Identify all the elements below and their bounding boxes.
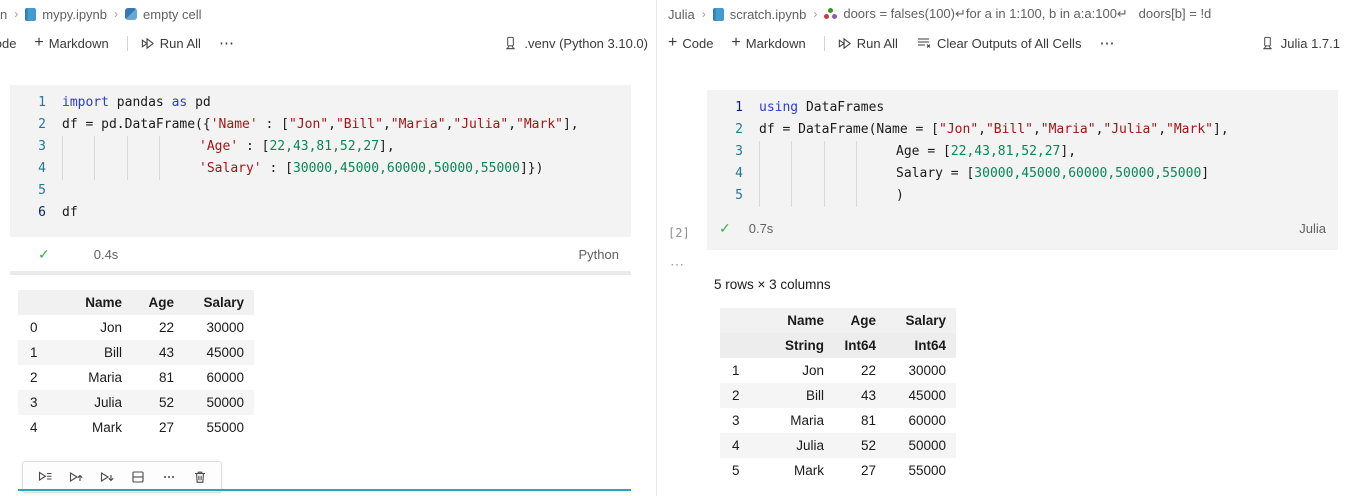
cell-language-picker[interactable]: Julia bbox=[1299, 221, 1326, 236]
notebook-file-icon bbox=[713, 8, 724, 21]
line-number: 1 bbox=[10, 92, 62, 114]
code-line[interactable]: 4 'Salary' : [30000,45000,60000,50000,55… bbox=[10, 158, 631, 180]
notebook-toolbar: + Code + Markdown Run All ⋯ .venv (Pytho… bbox=[0, 28, 656, 58]
chevron-right-icon: › bbox=[813, 7, 817, 21]
code-line[interactable]: 1import pandas as pd bbox=[10, 92, 631, 114]
table-row: 0Jon2230000 bbox=[18, 315, 254, 340]
table-header-row: NameAgeSalary bbox=[720, 308, 956, 333]
pandas-dataframe-output: NameAgeSalary0Jon22300001Bill43450002Mar… bbox=[18, 290, 254, 440]
breadcrumb-file[interactable]: scratch.ipynb bbox=[730, 7, 807, 22]
python-logo-icon bbox=[125, 8, 137, 20]
execution-time: 0.7s bbox=[749, 221, 774, 236]
split-cell-icon[interactable] bbox=[122, 464, 153, 490]
code-line[interactable]: 4 Salary = [30000,45000,60000,50000,5500… bbox=[707, 163, 1338, 185]
line-number: 5 bbox=[707, 185, 759, 207]
julia-dataframe-output: NameAgeSalaryStringInt64Int641Jon2230000… bbox=[720, 308, 956, 483]
table-row: 4Julia5250000 bbox=[720, 433, 956, 458]
line-number: 3 bbox=[10, 136, 62, 158]
plus-icon: + bbox=[731, 36, 740, 50]
focused-cell-top-border bbox=[18, 489, 631, 491]
line-number: 4 bbox=[10, 158, 62, 180]
julia-logo-icon bbox=[824, 8, 837, 20]
line-number: 4 bbox=[707, 163, 759, 185]
output-more-actions-icon[interactable]: ⋯ bbox=[670, 256, 684, 273]
code-line[interactable]: 5 bbox=[10, 180, 631, 202]
plus-icon: + bbox=[34, 36, 43, 50]
line-number: 3 bbox=[707, 141, 759, 163]
code-line[interactable]: 6df bbox=[10, 202, 631, 224]
clear-outputs-icon bbox=[916, 35, 932, 51]
code-line[interactable]: 2df = DataFrame(Name = ["Jon","Bill","Ma… bbox=[707, 119, 1338, 141]
line-number: 2 bbox=[10, 114, 62, 136]
add-markdown-cell-button[interactable]: + Markdown bbox=[731, 36, 805, 51]
cell-language-picker[interactable]: Python bbox=[579, 247, 619, 262]
table-header-row: StringInt64Int64 bbox=[720, 333, 956, 358]
cell-status-bar: ✓ 0.7s Julia bbox=[707, 207, 1338, 250]
kernel-icon bbox=[1260, 36, 1275, 51]
table-row: 5Mark2755000 bbox=[720, 458, 956, 483]
kernel-picker[interactable]: .venv (Python 3.10.0) bbox=[503, 36, 648, 51]
clear-outputs-button[interactable]: Clear Outputs of All Cells bbox=[916, 35, 1082, 51]
julia-code-cell-editor[interactable]: 1using DataFrames2df = DataFrame(Name = … bbox=[707, 90, 1338, 207]
cell-status-bar: ✓ 0.4s Python bbox=[10, 237, 631, 271]
more-actions-button[interactable]: ⋯ bbox=[219, 34, 235, 52]
julia-code-cell: 1using DataFrames2df = DataFrame(Name = … bbox=[707, 90, 1338, 250]
delete-cell-icon[interactable] bbox=[184, 464, 215, 490]
table-header-row: NameAgeSalary bbox=[18, 290, 254, 315]
code-line[interactable]: 1using DataFrames bbox=[707, 97, 1338, 119]
run-all-icon bbox=[140, 36, 155, 51]
plus-icon: + bbox=[668, 36, 677, 50]
dataframe-summary: 5 rows × 3 columns bbox=[714, 277, 831, 292]
horizontal-scrollbar[interactable] bbox=[10, 271, 631, 275]
run-by-line-icon[interactable] bbox=[29, 464, 60, 490]
table-row: 1Jon2230000 bbox=[720, 358, 956, 383]
notebook-file-icon bbox=[25, 8, 36, 21]
code-line[interactable]: 3 Age = [22,43,81,52,27], bbox=[707, 141, 1338, 163]
breadcrumb: Julia › scratch.ipynb › doors = falses(1… bbox=[668, 3, 1348, 25]
breadcrumb-file[interactable]: mypy.ipynb bbox=[42, 7, 107, 22]
kernel-picker[interactable]: Julia 1.7.1 bbox=[1260, 36, 1340, 51]
success-check-icon: ✓ bbox=[38, 246, 50, 263]
add-code-cell-button[interactable]: + Code bbox=[668, 36, 713, 51]
table-row: 4Mark2755000 bbox=[18, 415, 254, 440]
more-actions-button[interactable]: ⋯ bbox=[1099, 34, 1115, 52]
success-check-icon: ✓ bbox=[719, 220, 731, 237]
run-all-button[interactable]: Run All bbox=[837, 36, 898, 51]
add-markdown-cell-button[interactable]: + Markdown bbox=[34, 36, 108, 51]
code-line[interactable]: 2df = pd.DataFrame({'Name' : ["Jon","Bil… bbox=[10, 114, 631, 136]
run-all-icon bbox=[837, 36, 852, 51]
add-code-cell-button[interactable]: + Code bbox=[0, 36, 16, 51]
breadcrumb: n › mypy.ipynb › empty cell bbox=[0, 3, 202, 25]
chevron-right-icon: › bbox=[14, 7, 18, 21]
code-line[interactable]: 3 'Age' : [22,43,81,52,27], bbox=[10, 136, 631, 158]
more-actions-icon[interactable] bbox=[153, 464, 184, 490]
toolbar-divider bbox=[127, 36, 128, 51]
table-row: 1Bill4345000 bbox=[18, 340, 254, 365]
run-all-button[interactable]: Run All bbox=[140, 36, 201, 51]
python-notebook-pane: n › mypy.ipynb › empty cell + Code + Mar… bbox=[0, 0, 656, 496]
execution-count: [2] bbox=[668, 226, 698, 240]
chevron-right-icon: › bbox=[114, 7, 118, 21]
notebook-toolbar: + Code + Markdown Run All Clear Outputs … bbox=[668, 28, 1348, 58]
table-row: 2Bill4345000 bbox=[720, 383, 956, 408]
line-number: 6 bbox=[10, 202, 62, 224]
table-row: 3Julia5250000 bbox=[18, 390, 254, 415]
execute-cell-and-below-icon[interactable] bbox=[91, 464, 122, 490]
code-line[interactable]: 5 ) bbox=[707, 185, 1338, 207]
table-row: 3Maria8160000 bbox=[720, 408, 956, 433]
line-number: 1 bbox=[707, 97, 759, 119]
toolbar-divider bbox=[824, 36, 825, 51]
execute-above-cells-icon[interactable] bbox=[60, 464, 91, 490]
python-code-cell-editor[interactable]: 1import pandas as pd2df = pd.DataFrame({… bbox=[10, 85, 631, 237]
breadcrumb-folder-fragment[interactable]: n bbox=[0, 7, 7, 22]
kernel-icon bbox=[503, 36, 518, 51]
breadcrumb-cell[interactable]: doors = falses(100)↵for a in 1:100, b in… bbox=[843, 6, 1211, 22]
execution-time: 0.4s bbox=[94, 247, 119, 262]
table-row: 2Maria8160000 bbox=[18, 365, 254, 390]
line-number: 2 bbox=[707, 119, 759, 141]
chevron-right-icon: › bbox=[702, 7, 706, 21]
line-number: 5 bbox=[10, 180, 62, 202]
breadcrumb-folder[interactable]: Julia bbox=[668, 7, 695, 22]
breadcrumb-cell[interactable]: empty cell bbox=[143, 7, 202, 22]
